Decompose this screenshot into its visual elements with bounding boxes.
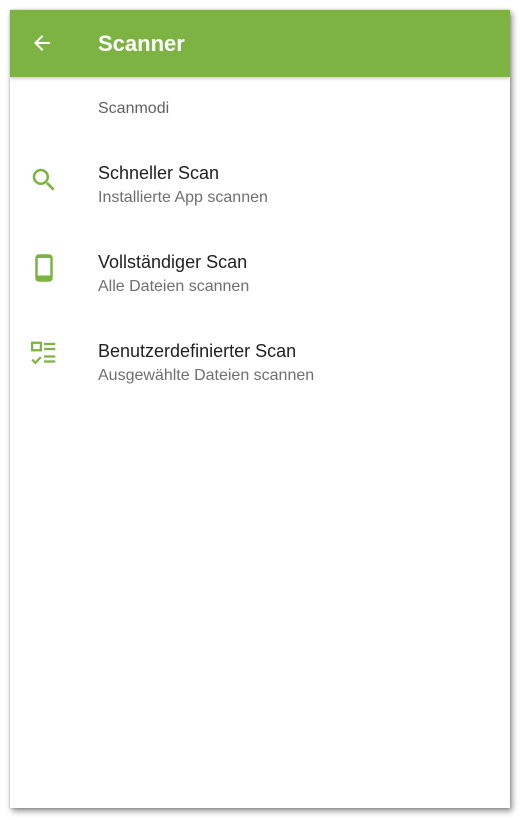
- search-icon: [28, 164, 60, 196]
- item-title: Schneller Scan: [98, 163, 220, 183]
- arrow-back-icon: [34, 35, 50, 51]
- section-header-scan-modes: Scanmodi: [98, 100, 170, 117]
- item-title: Vollständiger Scan: [98, 252, 248, 272]
- item-subtitle: Alle Dateien scannen: [98, 278, 250, 295]
- page-title: Scanner: [98, 31, 185, 56]
- custom-checklist-icon: [28, 338, 60, 370]
- app-bar: Scanner: [10, 10, 510, 77]
- item-title: Benutzerdefinierter Scan: [98, 341, 297, 361]
- item-subtitle: Ausgewählte Dateien scannen: [98, 367, 315, 384]
- list-item-full-scan[interactable]: Vollständiger Scan Alle Dateien scannen: [10, 245, 510, 317]
- item-subtitle: Installierte App scannen: [98, 189, 268, 206]
- smartphone-icon: [28, 252, 60, 284]
- list-item-quick-scan[interactable]: Schneller Scan Installierte App scannen: [10, 156, 510, 228]
- back-button[interactable]: [26, 27, 58, 59]
- app-window: Scanner Scanmodi Schneller Scan Installi…: [10, 10, 510, 808]
- list-item-custom-scan[interactable]: Benutzerdefinierter Scan Ausgewählte Dat…: [10, 334, 510, 406]
